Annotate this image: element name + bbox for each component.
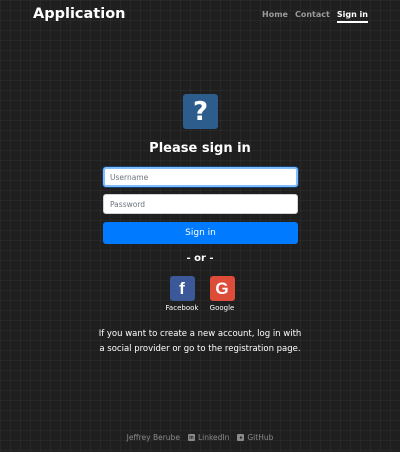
info-line-1: If you want to create a new account, log… xyxy=(98,329,302,339)
footer: Jeffrey Berube in LinkedIn ● GitHub xyxy=(0,433,400,442)
linkedin-label: LinkedIn xyxy=(197,433,230,442)
sign-in-button[interactable]: Sign in xyxy=(103,222,298,244)
github-link[interactable]: ● GitHub xyxy=(237,433,273,442)
footer-author: Jeffrey Berube xyxy=(126,433,180,442)
nav-signin-link[interactable]: Sign in xyxy=(336,10,368,23)
app-title[interactable]: Application xyxy=(33,6,126,22)
facebook-glyph: f xyxy=(179,278,185,298)
google-label: Google xyxy=(209,304,235,312)
linkedin-icon: in xyxy=(187,434,195,441)
or-divider: - or - xyxy=(186,253,214,264)
google-login-button[interactable]: G Google xyxy=(202,276,242,312)
logo-glyph: ? xyxy=(192,96,209,127)
username-input[interactable] xyxy=(103,167,298,187)
github-label: GitHub xyxy=(247,433,274,442)
nav-contact-link[interactable]: Contact xyxy=(295,10,330,23)
facebook-icon: f xyxy=(169,276,195,301)
password-input[interactable] xyxy=(103,194,298,214)
facebook-login-button[interactable]: f Facebook xyxy=(162,276,202,312)
linkedin-link[interactable]: in LinkedIn xyxy=(187,433,230,442)
question-mark-icon: ? xyxy=(183,94,218,129)
github-icon: ● xyxy=(237,434,245,441)
google-glyph: G xyxy=(215,278,229,298)
google-icon: G xyxy=(209,276,235,301)
nav-home-link[interactable]: Home xyxy=(262,10,288,23)
top-nav: Home Contact Sign in xyxy=(262,10,368,23)
facebook-label: Facebook xyxy=(165,304,199,312)
registration-info: If you want to create a new account, log… xyxy=(0,327,400,357)
page-title: Please sign in xyxy=(149,141,251,156)
info-line-2: a social provider or go to the registrat… xyxy=(99,344,301,354)
